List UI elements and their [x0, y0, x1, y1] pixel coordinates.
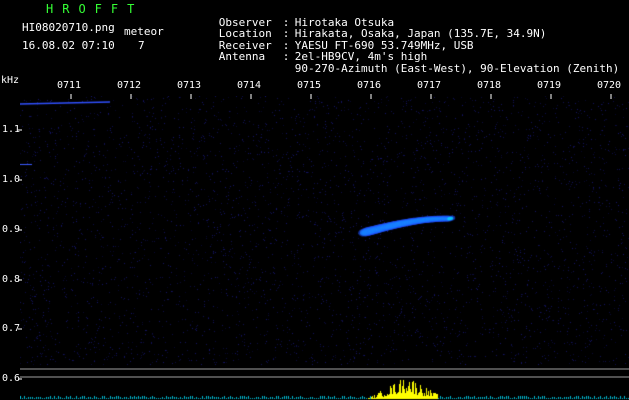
file-name: HI08020710.png: [22, 21, 115, 34]
station-info-value: 90-270-Azimuth (East-West), 90-Elevation…: [294, 61, 620, 75]
time-tick-label: 0716: [357, 80, 382, 91]
station-info-label: Antenna: [218, 50, 266, 64]
time-tick-label: 0717: [417, 80, 442, 91]
station-info-row: Observer: Hirotaka Otsuka: [179, 5, 619, 27]
time-tick-label: 0712: [117, 80, 142, 91]
time-tick-label: 0720: [597, 80, 622, 91]
frequency-tick-label: 1.0: [2, 174, 21, 185]
meteor-count-value: 7: [138, 39, 145, 52]
app-title: HROFFT: [46, 2, 144, 16]
hrofft-window: HROFFT HI08020710.png 16.08.02 07:10 met…: [0, 0, 629, 400]
frequency-tick-label: 0.7: [2, 323, 21, 334]
time-tick-label: 0718: [477, 80, 502, 91]
meteor-count-label: meteor: [124, 25, 164, 38]
frequency-tick-label: 0.9: [2, 224, 21, 235]
frequency-tick-label: 0.6: [2, 373, 21, 384]
time-tick-label: 0711: [57, 80, 82, 91]
frequency-unit-label: kHz: [1, 75, 20, 86]
station-info-separator: :: [282, 50, 290, 64]
time-tick-label: 0714: [237, 80, 262, 91]
frequency-tick-label: 1.1: [2, 124, 21, 135]
frequency-tick-label: 0.8: [2, 274, 21, 285]
station-info: Observer: Hirotaka Otsuka Location: Hiraka…: [179, 5, 620, 74]
capture-timestamp: 16.08.02 07:10: [22, 39, 115, 52]
time-tick-label: 0713: [177, 80, 202, 91]
time-tick-label: 0719: [537, 80, 562, 91]
spectrogram-plot: [20, 96, 629, 400]
time-tick-label: 0715: [297, 80, 322, 91]
